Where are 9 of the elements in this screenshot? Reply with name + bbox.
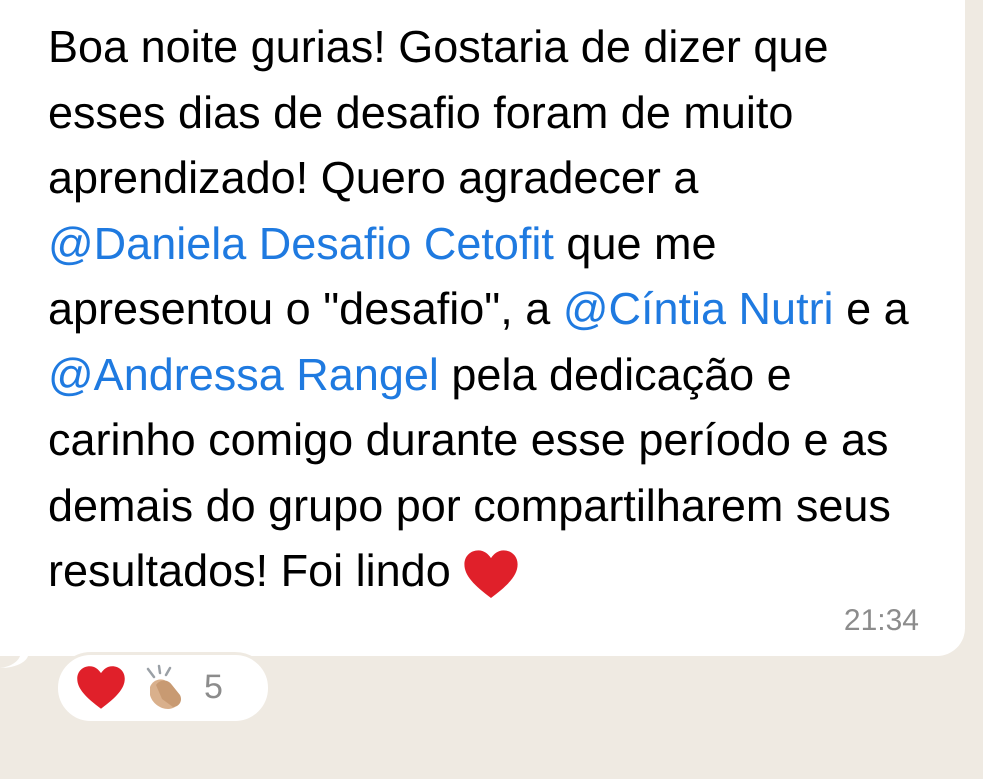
mention-link[interactable]: @Andressa Rangel (48, 348, 439, 400)
heart-icon (76, 665, 126, 710)
mention-link[interactable]: @Daniela Desafio Cetofit (48, 218, 554, 268)
heart-icon (463, 548, 520, 600)
reactions-pill[interactable]: 5 (55, 652, 271, 724)
message-time: 21:34 (844, 604, 919, 638)
mention-link[interactable]: @Cíntia Nutri (562, 283, 834, 334)
message-text: Boa noite gurias! Gostaria de dizer que esses dias de desafio foram de muito aprendizado! Quero agradecer a @Daniela Desafio Cetofit que me apresentou o "desafio", a @Cíntia Nutri e a @Andressa Rangel pela dedicação e carinho comigo durante esse período e as demais do grupo por compartilharem seus resultados! Foi lindo (48, 14, 923, 604)
reaction-count: 5 (204, 667, 223, 708)
